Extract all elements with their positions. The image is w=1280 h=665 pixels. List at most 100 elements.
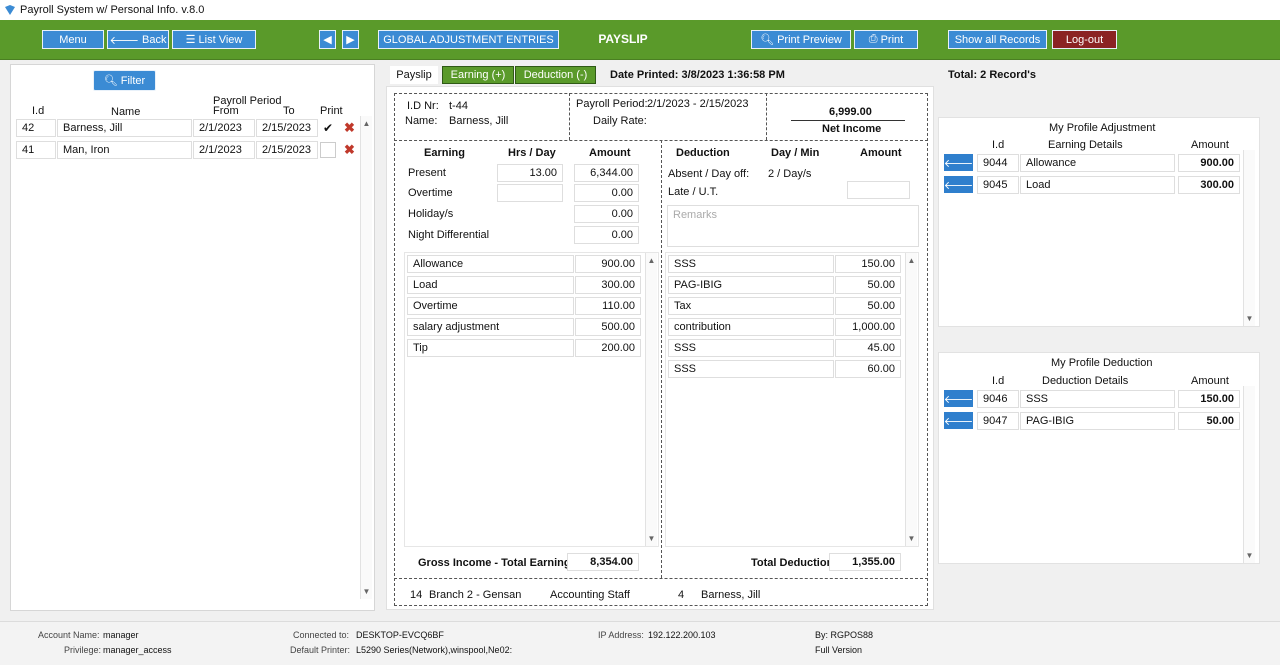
earning-scrollbar[interactable]: ▲ ▼ xyxy=(645,253,657,546)
tab-earning[interactable]: Earning (+) xyxy=(442,66,514,84)
earning-item-name[interactable]: Tip xyxy=(407,339,574,357)
deduction-item-name[interactable]: SSS xyxy=(668,255,834,273)
deduction-item-name[interactable]: SSS xyxy=(668,339,834,357)
earning-item-name[interactable]: Load xyxy=(407,276,574,294)
print-preview-button[interactable]: 🔍︎ Print Preview xyxy=(751,30,851,49)
earning-item-amount[interactable]: 110.00 xyxy=(575,297,641,315)
row-name[interactable]: Barness, Jill xyxy=(57,119,192,137)
earning-header: Earning xyxy=(424,147,465,159)
logout-button[interactable]: Log-out xyxy=(1052,30,1117,49)
ded-row-amount[interactable]: 50.00 xyxy=(1178,412,1240,430)
earning-item-amount[interactable]: 200.00 xyxy=(575,339,641,357)
overtime-amount-field[interactable]: 0.00 xyxy=(574,184,639,202)
ded-row-id[interactable]: 9046 xyxy=(977,390,1019,408)
transfer-deduction-button[interactable]: 🡐 xyxy=(944,412,973,429)
overtime-hrs-field[interactable] xyxy=(497,184,563,202)
account-value: manager xyxy=(103,630,139,640)
transfer-adjustment-button[interactable]: 🡐 xyxy=(944,176,973,193)
global-adjustment-button[interactable]: GLOBAL ADJUSTMENT ENTRIES xyxy=(378,30,559,49)
deduction-item-amount[interactable]: 150.00 xyxy=(835,255,901,273)
ip-value: 192.122.200.103 xyxy=(648,630,716,640)
row-id[interactable]: 42 xyxy=(16,119,56,137)
tab-deduction[interactable]: Deduction (-) xyxy=(515,66,596,84)
adj-row-amount[interactable]: 300.00 xyxy=(1178,176,1240,194)
ded-row-details[interactable]: SSS xyxy=(1020,390,1175,408)
ip-label: IP Address: xyxy=(598,630,644,640)
deduction-item-name[interactable]: contribution xyxy=(668,318,834,336)
deduction-scrollbar[interactable]: ▲ ▼ xyxy=(905,253,917,546)
prev-button[interactable]: ◀ xyxy=(319,30,336,49)
deduction-item-amount[interactable]: 60.00 xyxy=(835,360,901,378)
earning-item-name[interactable]: Allowance xyxy=(407,255,574,273)
delete-icon[interactable]: ✖ xyxy=(344,120,355,136)
earning-item-amount[interactable]: 500.00 xyxy=(575,318,641,336)
earning-item-name[interactable]: salary adjustment xyxy=(407,318,574,336)
connected-value: DESKTOP-EVCQ6BF xyxy=(356,630,444,640)
print-checkbox[interactable]: ✔ xyxy=(320,120,336,136)
daily-rate-label: Daily Rate: xyxy=(593,115,647,127)
present-hrs-field[interactable]: 13.00 xyxy=(497,164,563,182)
menu-button[interactable]: Menu xyxy=(42,30,104,49)
row-from[interactable]: 2/1/2023 xyxy=(193,119,255,137)
scroll-down-icon[interactable]: ▼ xyxy=(1244,550,1255,561)
remarks-field[interactable]: Remarks xyxy=(667,205,919,247)
earning-item-amount[interactable]: 900.00 xyxy=(575,255,641,273)
deduction-item-name[interactable]: PAG-IBIG xyxy=(668,276,834,294)
deduction-item-name[interactable]: SSS xyxy=(668,360,834,378)
row-name[interactable]: Man, Iron xyxy=(57,141,192,159)
transfer-adjustment-button[interactable]: 🡐 xyxy=(944,154,973,171)
list-view-button[interactable]: ☰ List View xyxy=(172,30,256,49)
footer-name: Barness, Jill xyxy=(701,589,761,601)
deduction-item-amount[interactable]: 50.00 xyxy=(835,276,901,294)
scroll-down-icon[interactable]: ▼ xyxy=(1244,313,1255,324)
transfer-deduction-button[interactable]: 🡐 xyxy=(944,390,973,407)
earning-item-name[interactable]: Overtime xyxy=(407,297,574,315)
ded-row-details[interactable]: PAG-IBIG xyxy=(1020,412,1175,430)
adj-row-details[interactable]: Allowance xyxy=(1020,154,1175,172)
adj-row-amount[interactable]: 900.00 xyxy=(1178,154,1240,172)
adj-row-id[interactable]: 9044 xyxy=(977,154,1019,172)
status-bar: Account Name: manager Privilege: manager… xyxy=(0,621,1280,665)
ded-row-id[interactable]: 9047 xyxy=(977,412,1019,430)
arrow-left-icon: 🡐 xyxy=(109,34,140,47)
late-amount-field[interactable] xyxy=(847,181,910,199)
list-scrollbar[interactable]: ▲ ▼ xyxy=(360,116,372,599)
tab-payslip[interactable]: Payslip xyxy=(390,66,438,84)
back-button[interactable]: 🡐 Back xyxy=(107,30,169,49)
scroll-down-icon[interactable]: ▼ xyxy=(361,586,372,597)
account-label: Account Name: xyxy=(38,630,100,640)
scroll-up-icon[interactable]: ▲ xyxy=(646,255,657,266)
present-amount-field[interactable]: 6,344.00 xyxy=(574,164,639,182)
app-icon xyxy=(5,5,15,15)
adjustment-scrollbar[interactable]: ▼ xyxy=(1243,150,1255,326)
earning-item-amount[interactable]: 300.00 xyxy=(575,276,641,294)
id-label: I.D Nr: xyxy=(407,100,439,112)
delete-icon[interactable]: ✖ xyxy=(344,142,355,158)
show-all-records-button[interactable]: Show all Records xyxy=(948,30,1047,49)
ded-row-amount[interactable]: 150.00 xyxy=(1178,390,1240,408)
row-to[interactable]: 2/15/2023 xyxy=(256,141,318,159)
adj-row-id[interactable]: 9045 xyxy=(977,176,1019,194)
print-button[interactable]: ⎙ Print xyxy=(854,30,918,49)
deduction-item-amount[interactable]: 1,000.00 xyxy=(835,318,901,336)
scroll-up-icon[interactable]: ▲ xyxy=(361,118,372,129)
scroll-down-icon[interactable]: ▼ xyxy=(906,533,917,544)
deduction-item-name[interactable]: Tax xyxy=(668,297,834,315)
row-from[interactable]: 2/1/2023 xyxy=(193,141,255,159)
print-checkbox[interactable] xyxy=(320,142,336,158)
holiday-amount-field[interactable]: 0.00 xyxy=(574,205,639,223)
scroll-down-icon[interactable]: ▼ xyxy=(646,533,657,544)
row-id[interactable]: 41 xyxy=(16,141,56,159)
filter-label: Filter xyxy=(120,74,146,87)
printer-value: L5290 Series(Network),winspool,Ne02: xyxy=(356,645,513,655)
scroll-up-icon[interactable]: ▲ xyxy=(906,255,917,266)
privilege-value: manager_access xyxy=(103,645,172,655)
deduction-item-amount[interactable]: 45.00 xyxy=(835,339,901,357)
night-differential-amount-field[interactable]: 0.00 xyxy=(574,226,639,244)
next-button[interactable]: ▶ xyxy=(342,30,359,49)
deduction-item-amount[interactable]: 50.00 xyxy=(835,297,901,315)
adj-row-details[interactable]: Load xyxy=(1020,176,1175,194)
row-to[interactable]: 2/15/2023 xyxy=(256,119,318,137)
filter-button[interactable]: 🔍︎ Filter xyxy=(93,70,156,91)
deduction-profile-scrollbar[interactable]: ▼ xyxy=(1243,386,1255,563)
